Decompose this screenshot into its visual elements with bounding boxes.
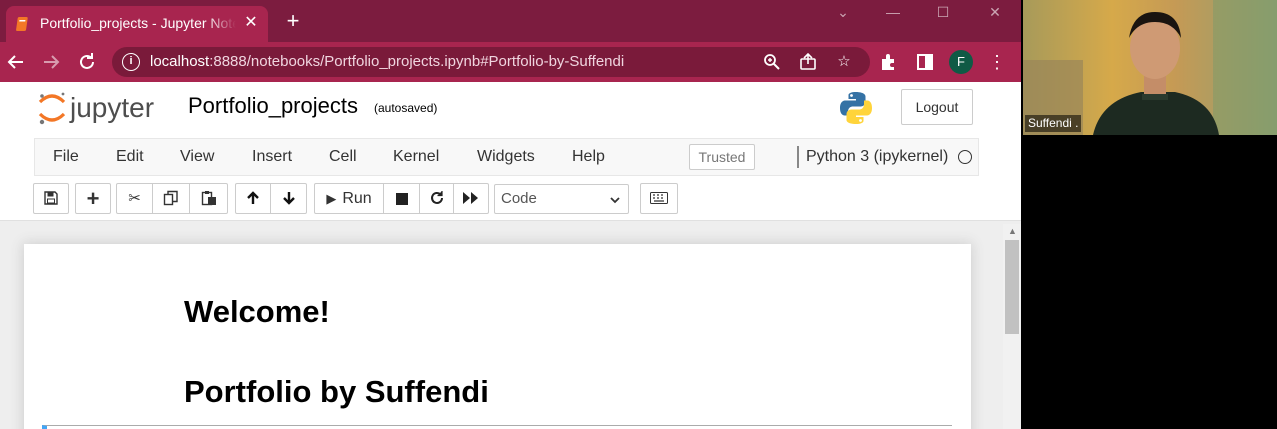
bookmark-star-icon[interactable]: ☆ [832, 50, 856, 74]
copy-button[interactable] [152, 183, 190, 214]
svg-text:jupyter: jupyter [69, 92, 154, 123]
menu-edit[interactable]: Edit [116, 148, 144, 166]
kernel-idle-indicator-icon [958, 150, 972, 164]
back-arrow-icon[interactable] [4, 50, 28, 74]
restart-run-all-button[interactable] [453, 183, 489, 214]
notebook-title[interactable]: Portfolio_projects [188, 93, 358, 119]
scrollbar-thumb[interactable] [1005, 240, 1019, 334]
cut-button[interactable]: ✂ [116, 183, 153, 214]
stop-square-icon [395, 193, 408, 205]
markdown-heading-welcome[interactable]: Welcome! [184, 294, 330, 330]
command-palette-button[interactable] [640, 183, 678, 214]
close-tab-icon[interactable]: ✕ [242, 14, 260, 32]
extensions-puzzle-icon[interactable] [877, 50, 901, 74]
tab-search-icon[interactable]: ⌄ [830, 2, 856, 22]
profile-avatar[interactable]: F [949, 50, 973, 74]
move-up-button[interactable] [235, 183, 271, 214]
cell-type-value: Code [501, 190, 537, 207]
insert-cell-button[interactable]: + [75, 183, 111, 214]
participant-name-label: Suffendi . [1025, 115, 1082, 132]
markdown-heading-portfolio[interactable]: Portfolio by Suffendi [184, 374, 489, 410]
zoom-icon[interactable] [760, 50, 784, 74]
save-button[interactable] [33, 183, 69, 214]
notebook-toolbar: + ✂ ▶ Run Code [0, 176, 1021, 220]
screen: Portfolio_projects - Jupyter Notebook ✕ … [0, 0, 1277, 429]
site-info-icon[interactable]: i [122, 53, 140, 71]
browser-menu-kebab-icon[interactable]: ⋮ [985, 50, 1009, 74]
chevron-down-icon [609, 185, 621, 216]
webcam-video-tile: Suffendi . [1023, 0, 1277, 135]
selected-cell[interactable] [42, 425, 952, 429]
share-icon[interactable] [796, 50, 820, 74]
cell-type-select[interactable]: Code [494, 184, 629, 214]
scroll-up-arrow-icon[interactable]: ▲ [1008, 226, 1017, 236]
menu-widgets[interactable]: Widgets [477, 148, 535, 166]
menu-file[interactable]: File [53, 148, 79, 166]
notebook-favicon-icon [16, 17, 28, 31]
menu-view[interactable]: View [180, 148, 214, 166]
address-bar[interactable]: i localhost:8888/notebooks/Portfolio_pro… [112, 47, 870, 77]
menu-kernel[interactable]: Kernel [393, 148, 439, 166]
address-toolbar: i localhost:8888/notebooks/Portfolio_pro… [0, 42, 1021, 82]
play-icon: ▶ [326, 191, 337, 206]
side-panel-icon[interactable] [913, 50, 937, 74]
interrupt-kernel-button[interactable] [383, 183, 420, 214]
kernel-name[interactable]: Python 3 (ipykernel) [806, 148, 948, 166]
logout-button[interactable]: Logout [901, 89, 973, 125]
minimize-icon[interactable]: — [880, 2, 906, 22]
jupyter-logo[interactable]: jupyter [38, 88, 170, 128]
run-label: Run [342, 190, 372, 207]
move-down-button[interactable] [270, 183, 307, 214]
notebook-container: Welcome! Portfolio by Suffendi [0, 220, 1021, 429]
url-text[interactable]: localhost:8888/notebooks/Portfolio_proje… [150, 53, 624, 71]
trusted-indicator[interactable]: Trusted [689, 144, 755, 170]
paste-button[interactable] [189, 183, 228, 214]
tab-strip: Portfolio_projects - Jupyter Notebook ✕ … [0, 0, 1021, 42]
jupyter-header: jupyter Portfolio_projects (autosaved) L… [0, 82, 1021, 138]
browser-window: Portfolio_projects - Jupyter Notebook ✕ … [0, 0, 1021, 429]
tab-title: Portfolio_projects - Jupyter Notebook [40, 15, 236, 31]
reload-icon[interactable] [75, 50, 99, 74]
browser-tab-active[interactable]: Portfolio_projects - Jupyter Notebook ✕ [6, 6, 268, 42]
kernel-divider [797, 146, 799, 168]
autosave-status: (autosaved) [374, 101, 438, 115]
notebook-menubar: File Edit View Insert Cell Kernel Widget… [34, 138, 979, 176]
menu-cell[interactable]: Cell [329, 148, 357, 166]
notebook-scrollbar[interactable]: ▲ [1003, 224, 1021, 429]
maximize-icon[interactable]: ☐ [930, 2, 956, 22]
restart-kernel-button[interactable] [419, 183, 454, 214]
run-button[interactable]: ▶ Run [314, 183, 384, 214]
menu-help[interactable]: Help [572, 148, 605, 166]
python-logo-icon [840, 92, 872, 124]
close-window-icon[interactable]: ✕ [982, 2, 1008, 22]
menu-insert[interactable]: Insert [252, 148, 292, 166]
new-tab-button[interactable]: + [282, 10, 304, 32]
forward-arrow-icon[interactable] [39, 50, 63, 74]
notebook-page: Welcome! Portfolio by Suffendi [24, 244, 971, 429]
